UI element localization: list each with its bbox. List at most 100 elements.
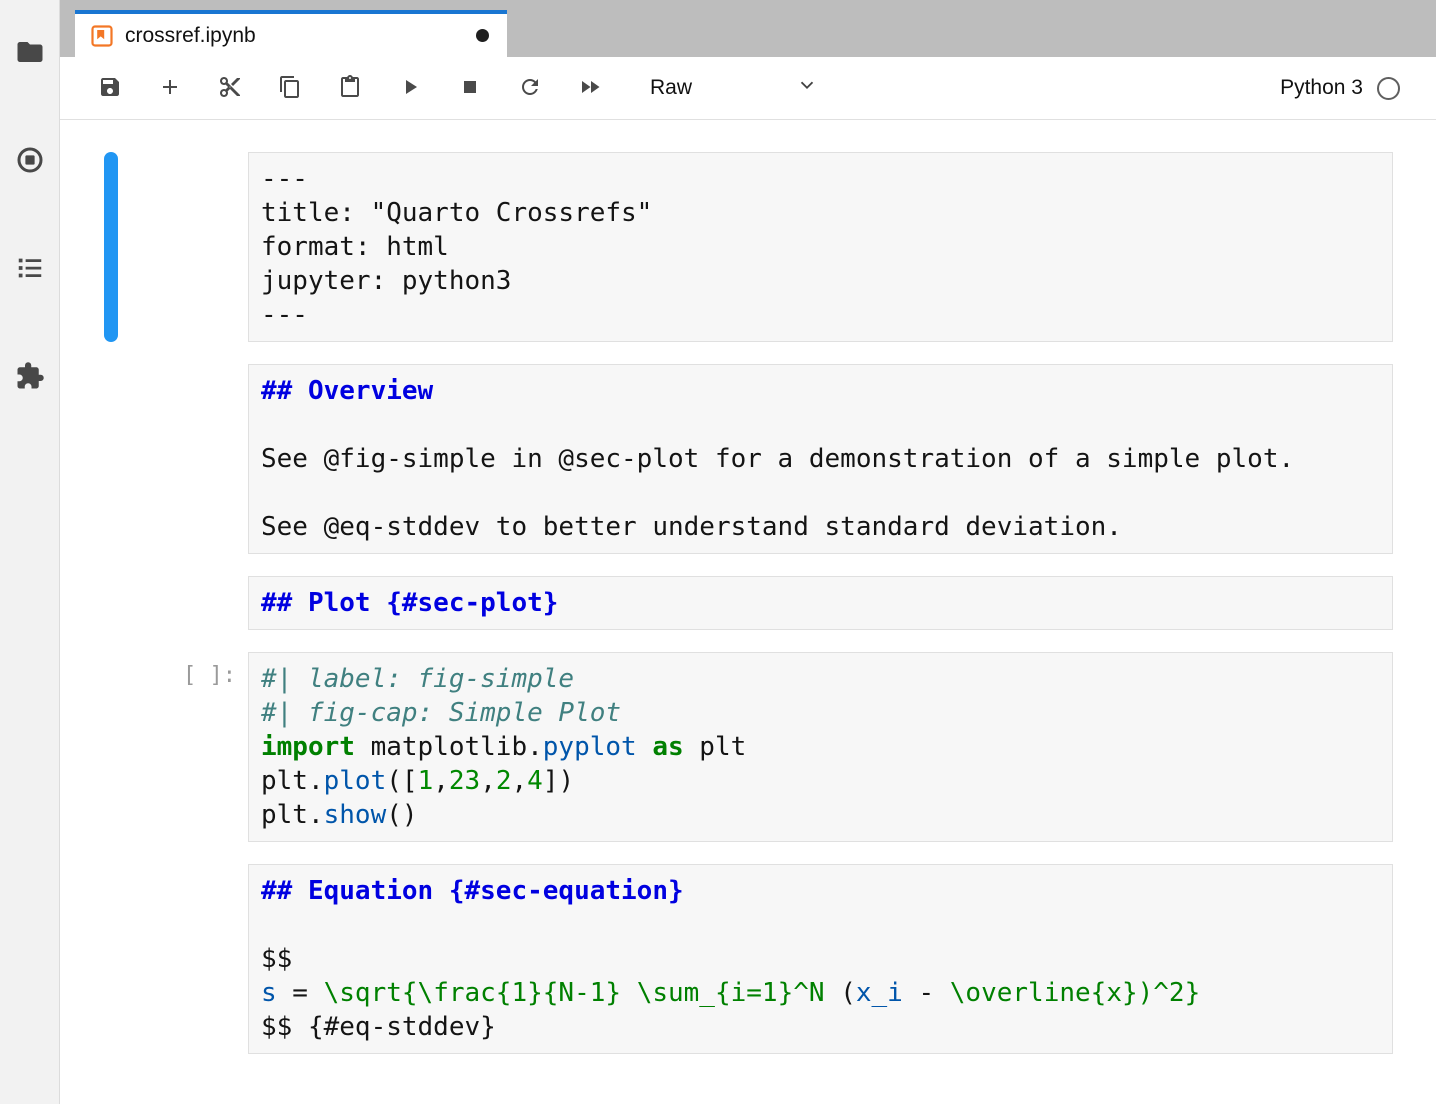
code-text: --- xyxy=(261,300,308,330)
refresh-icon xyxy=(518,75,542,102)
code-line xyxy=(261,908,1380,942)
code-text: plt xyxy=(684,732,747,762)
notebook-toolbar: Raw Python 3 xyxy=(60,57,1436,120)
code-line xyxy=(261,408,1380,442)
math-text: ( xyxy=(840,978,856,1008)
plus-icon xyxy=(158,75,182,102)
extensions-button[interactable] xyxy=(13,360,47,394)
code-text xyxy=(637,732,653,762)
math-text: - xyxy=(903,978,950,1008)
code-text: format: html xyxy=(261,232,449,262)
code-line: #| label: fig-simple xyxy=(261,662,1380,696)
cell-collapser[interactable] xyxy=(104,864,118,1054)
code-text: ([ xyxy=(386,766,417,796)
running-sessions-button[interactable] xyxy=(13,144,47,178)
execution-prompt: [ ]: xyxy=(118,652,248,842)
markdown-header-text: ## Equation {#sec-equation} xyxy=(261,876,684,906)
dock-tab-bar: crossref.ipynb xyxy=(60,0,1436,57)
cell-editor[interactable]: ## Overview See @fig-simple in @sec-plot… xyxy=(248,364,1393,554)
code-text: plt. xyxy=(261,800,324,830)
cell-editor[interactable]: --- title: "Quarto Crossrefs" format: ht… xyxy=(248,152,1393,342)
code-line: plt.plot([1,23,2,4]) xyxy=(261,764,1380,798)
kernel-name[interactable]: Python 3 xyxy=(1280,76,1363,100)
table-of-contents-button[interactable] xyxy=(13,252,47,286)
table-of-contents-icon xyxy=(15,253,45,286)
code-text: ]) xyxy=(543,766,574,796)
restart-kernel-button[interactable] xyxy=(508,66,552,110)
code-line: --- xyxy=(261,162,1380,196)
extensions-puzzle-icon xyxy=(15,361,45,394)
insert-cell-button[interactable] xyxy=(148,66,192,110)
notebook-tab[interactable]: crossref.ipynb xyxy=(75,10,507,57)
markdown-text: See @eq-stddev to better understand stan… xyxy=(261,512,1122,542)
interrupt-kernel-button[interactable] xyxy=(448,66,492,110)
cell-editor[interactable]: ## Equation {#sec-equation} $$ s = \sqrt… xyxy=(248,864,1393,1054)
restart-run-all-button[interactable] xyxy=(568,66,612,110)
code-line: --- xyxy=(261,298,1380,332)
math-text: \overline{x})^2} xyxy=(950,978,1200,1008)
markdown-cell-overview: ## Overview See @fig-simple in @sec-plot… xyxy=(104,364,1393,554)
code-text: () xyxy=(386,800,417,830)
markdown-header-text: ## Overview xyxy=(261,376,433,406)
cell-prompt xyxy=(118,152,248,342)
code-text: as xyxy=(652,732,683,762)
file-browser-button[interactable] xyxy=(13,36,47,70)
code-text: , xyxy=(480,766,496,796)
code-text: #| label: fig-simple xyxy=(261,664,574,694)
code-line: See @eq-stddev to better understand stan… xyxy=(261,510,1380,544)
markdown-cell-equation: ## Equation {#sec-equation} $$ s = \sqrt… xyxy=(104,864,1393,1054)
math-text: = xyxy=(277,978,324,1008)
cell-editor[interactable]: #| label: fig-simple #| fig-cap: Simple … xyxy=(248,652,1393,842)
stop-icon xyxy=(458,75,482,102)
scissors-icon xyxy=(218,75,242,102)
cut-cells-button[interactable] xyxy=(208,66,252,110)
folder-icon xyxy=(15,37,45,70)
code-text: title: "Quarto Crossrefs" xyxy=(261,198,652,228)
copy-cells-button[interactable] xyxy=(268,66,312,110)
cell-prompt xyxy=(118,576,248,630)
code-text: jupyter: python3 xyxy=(261,266,511,296)
code-text: import xyxy=(261,732,355,762)
code-text: pyplot xyxy=(543,732,637,762)
play-icon xyxy=(398,75,422,102)
code-line: $$ {#eq-stddev} xyxy=(261,1010,1380,1044)
code-text: , xyxy=(433,766,449,796)
code-line xyxy=(261,476,1380,510)
code-line: s = \sqrt{\frac{1}{N-1} \sum_{i=1}^N (x_… xyxy=(261,976,1380,1010)
code-text: #| fig-cap: Simple Plot xyxy=(261,698,621,728)
code-line: $$ xyxy=(261,942,1380,976)
markdown-header-text: ## Plot {#sec-plot} xyxy=(261,588,558,618)
jupyterlab-window: crossref.ipynb xyxy=(0,0,1436,1104)
cell-type-dropdown[interactable]: Raw xyxy=(650,74,818,102)
kernel-status-indicator[interactable] xyxy=(1377,77,1400,100)
clipboard-icon xyxy=(338,75,362,102)
tab-title: crossref.ipynb xyxy=(125,24,256,48)
math-text: x_i xyxy=(856,978,903,1008)
chevron-down-icon xyxy=(796,74,818,102)
code-text: 23 xyxy=(449,766,480,796)
markdown-text: $$ xyxy=(261,944,292,974)
copy-icon xyxy=(278,75,302,102)
code-cell-plot: [ ]: #| label: fig-simple #| fig-cap: Si… xyxy=(104,652,1393,842)
save-button[interactable] xyxy=(88,66,132,110)
run-cell-button[interactable] xyxy=(388,66,432,110)
cell-collapser[interactable] xyxy=(104,576,118,630)
cell-prompt xyxy=(118,364,248,554)
code-line: ## Plot {#sec-plot} xyxy=(261,586,1380,620)
markdown-cell-plot-header: ## Plot {#sec-plot} xyxy=(104,576,1393,630)
code-text: plt. xyxy=(261,766,324,796)
raw-cell-frontmatter: --- title: "Quarto Crossrefs" format: ht… xyxy=(104,152,1393,342)
save-icon xyxy=(98,75,122,102)
cell-collapser[interactable] xyxy=(104,652,118,842)
cell-editor[interactable]: ## Plot {#sec-plot} xyxy=(248,576,1393,630)
paste-cells-button[interactable] xyxy=(328,66,372,110)
code-line: See @fig-simple in @sec-plot for a demon… xyxy=(261,442,1380,476)
notebook-panel: --- title: "Quarto Crossrefs" format: ht… xyxy=(60,120,1436,1104)
cell-collapser[interactable] xyxy=(104,364,118,554)
code-text: show xyxy=(324,800,387,830)
code-line: import matplotlib.pyplot as plt xyxy=(261,730,1380,764)
unsaved-changes-indicator[interactable] xyxy=(476,29,489,42)
math-text: \sqrt{\frac{1}{N-1} \sum_{i=1}^N xyxy=(324,978,841,1008)
cell-collapser[interactable] xyxy=(104,152,118,342)
code-text: plot xyxy=(324,766,387,796)
